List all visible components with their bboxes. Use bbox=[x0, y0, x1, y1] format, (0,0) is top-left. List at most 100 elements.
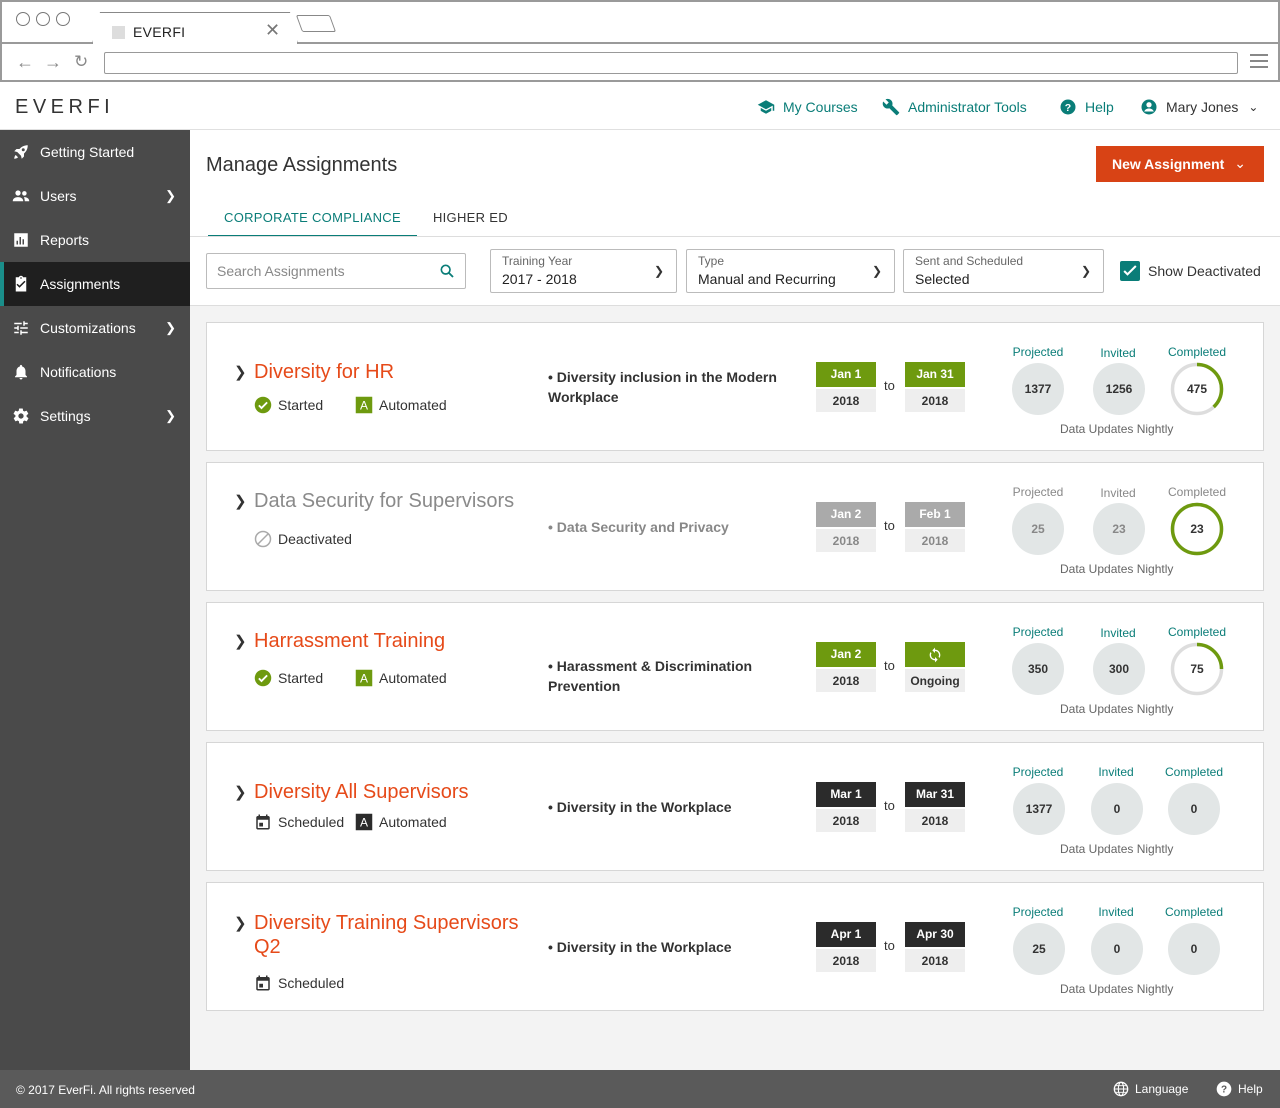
my-courses-label: My Courses bbox=[783, 99, 858, 115]
reload-icon[interactable]: ↻ bbox=[74, 52, 88, 72]
user-menu[interactable]: Mary Jones ⌄ bbox=[1140, 98, 1258, 116]
end-date-year: 2018 bbox=[905, 527, 965, 552]
start-date-day: Apr 1 bbox=[816, 922, 876, 947]
main-content: Manage Assignments New Assignment ⌄ CORP… bbox=[190, 130, 1280, 1070]
show-deactivated-checkbox[interactable] bbox=[1120, 261, 1140, 281]
sidebar-item-label: Getting Started bbox=[40, 144, 135, 160]
maximize-window-button[interactable] bbox=[56, 12, 70, 26]
sidebar-item-label: Assignments bbox=[40, 276, 121, 292]
calendar-icon bbox=[256, 814, 270, 830]
back-icon[interactable]: ← bbox=[16, 52, 34, 73]
sidebar-item-label: Notifications bbox=[40, 364, 117, 380]
mode-automated: A Automated bbox=[355, 813, 447, 831]
status-started: Started bbox=[254, 669, 323, 687]
window-controls[interactable] bbox=[16, 12, 70, 26]
start-date: Jan 1 2018 bbox=[816, 362, 876, 414]
sent-scheduled-value: Selected bbox=[915, 271, 970, 287]
chevron-down-icon: ❯ bbox=[1080, 264, 1091, 278]
sliders-icon bbox=[14, 321, 28, 335]
chevron-right-icon: ❯ bbox=[165, 320, 176, 335]
assignment-title[interactable]: Diversity for HR bbox=[254, 360, 534, 384]
browser-menu-icon[interactable] bbox=[1250, 54, 1268, 72]
search-icon[interactable] bbox=[439, 263, 455, 279]
tab-higher-ed[interactable]: HIGHER ED bbox=[417, 210, 524, 237]
close-window-button[interactable] bbox=[16, 12, 30, 26]
footer-help-label: Help bbox=[1238, 1082, 1263, 1096]
assignment-title[interactable]: Diversity Training Supervisors Q2 bbox=[254, 911, 534, 959]
chevron-down-icon: ⌄ bbox=[1234, 155, 1246, 171]
new-tab-button[interactable] bbox=[295, 15, 337, 32]
admin-tools-label: Administrator Tools bbox=[908, 99, 1027, 115]
user-name: Mary Jones bbox=[1166, 99, 1239, 115]
invited-label: Invited bbox=[1100, 486, 1136, 500]
sidebar-item-settings[interactable]: Settings ❯ bbox=[0, 394, 190, 438]
expand-chevron-icon[interactable]: ❯ bbox=[234, 783, 247, 801]
copyright: © 2017 EverFi. All rights reserved bbox=[16, 1083, 195, 1097]
expand-chevron-icon[interactable]: ❯ bbox=[234, 363, 247, 381]
recurring-icon bbox=[929, 647, 941, 663]
sidebar-item-users[interactable]: Users ❯ bbox=[0, 174, 190, 218]
everfi-logo: EVERFI bbox=[15, 96, 115, 118]
data-updates-note: Data Updates Nightly bbox=[1060, 562, 1174, 576]
invited-label: Invited bbox=[1100, 346, 1136, 360]
status-label: Started bbox=[278, 670, 324, 686]
completed-count: 0 bbox=[1168, 923, 1220, 975]
assignment-title[interactable]: Diversity All Supervisors bbox=[254, 780, 534, 804]
projected-label: Projected bbox=[1012, 765, 1064, 779]
expand-chevron-icon[interactable]: ❯ bbox=[234, 914, 247, 932]
admin-tools-link[interactable]: Administrator Tools bbox=[882, 98, 1027, 116]
my-courses-link[interactable]: My Courses bbox=[757, 98, 858, 116]
end-date: Ongoing bbox=[905, 642, 965, 694]
address-bar[interactable] bbox=[104, 52, 1238, 74]
sidebar-item-customizations[interactable]: Customizations ❯ bbox=[0, 306, 190, 350]
end-date-day: Mar 31 bbox=[905, 782, 965, 807]
data-updates-note: Data Updates Nightly bbox=[1060, 702, 1174, 716]
expand-chevron-icon[interactable]: ❯ bbox=[234, 492, 247, 510]
help-link[interactable]: ? Help bbox=[1059, 98, 1114, 116]
type-select[interactable]: Type Manual and Recurring ❯ bbox=[686, 249, 895, 293]
close-tab-icon[interactable]: ✕ bbox=[265, 20, 280, 41]
sent-scheduled-label: Sent and Scheduled bbox=[915, 254, 1024, 268]
sent-scheduled-select[interactable]: Sent and Scheduled Selected ❯ bbox=[903, 249, 1104, 293]
end-date: Apr 30 2018 bbox=[905, 922, 965, 974]
tab-divider bbox=[190, 236, 1280, 237]
course-name: • Diversity inclusion in the Modern Work… bbox=[548, 369, 777, 405]
course-name: • Diversity in the Workplace bbox=[548, 799, 732, 815]
minimize-window-button[interactable] bbox=[36, 12, 50, 26]
toolbar-area: Manage Assignments New Assignment ⌄ CORP… bbox=[190, 130, 1280, 306]
start-date-day: Mar 1 bbox=[816, 782, 876, 807]
language-link[interactable]: Language bbox=[1113, 1081, 1188, 1097]
forward-icon[interactable]: → bbox=[44, 52, 62, 73]
assignment-title[interactable]: Harrassment Training bbox=[254, 629, 534, 653]
end-date: Mar 31 2018 bbox=[905, 782, 965, 834]
sidebar-item-label: Users bbox=[40, 188, 77, 204]
sidebar-item-notifications[interactable]: Notifications bbox=[0, 350, 190, 394]
help-circle-icon: ? bbox=[1060, 99, 1076, 115]
assignment-card: ❯ Harrassment Training Started A Automat… bbox=[206, 602, 1264, 731]
end-date-ongoing: Ongoing bbox=[905, 667, 965, 692]
new-assignment-label: New Assignment bbox=[1112, 156, 1225, 172]
sidebar-item-assignments[interactable]: Assignments bbox=[0, 262, 190, 306]
training-year-select[interactable]: Training Year 2017 - 2018 ❯ bbox=[490, 249, 677, 293]
new-assignment-button[interactable]: New Assignment ⌄ bbox=[1096, 146, 1264, 182]
invited-count: 23 bbox=[1093, 503, 1145, 555]
data-updates-note: Data Updates Nightly bbox=[1060, 842, 1174, 856]
end-date-year: 2018 bbox=[905, 387, 965, 412]
sidebar-item-getting-started[interactable]: Getting Started bbox=[0, 130, 190, 174]
assignment-title[interactable]: Data Security for Supervisors bbox=[254, 489, 534, 513]
assignment-card: ❯ Diversity for HR Started A Automated •… bbox=[206, 322, 1264, 451]
sidebar-item-reports[interactable]: Reports bbox=[0, 218, 190, 262]
data-updates-note: Data Updates Nightly bbox=[1060, 422, 1174, 436]
mode-label: Automated bbox=[379, 670, 447, 686]
chevron-down-icon: ⌄ bbox=[1248, 100, 1259, 114]
completed-label: Completed bbox=[1167, 485, 1227, 499]
browser-chrome: EVERFI ✕ ← → ↻ bbox=[0, 0, 1280, 82]
search-input[interactable] bbox=[206, 253, 466, 289]
tab-corporate-compliance[interactable]: CORPORATE COMPLIANCE bbox=[208, 210, 417, 237]
invited-count: 300 bbox=[1093, 643, 1145, 695]
footer-help-link[interactable]: ? Help bbox=[1216, 1081, 1263, 1097]
projected-count: 1377 bbox=[1012, 363, 1064, 415]
expand-chevron-icon[interactable]: ❯ bbox=[234, 632, 247, 650]
category-tabs: CORPORATE COMPLIANCE HIGHER ED bbox=[208, 210, 524, 237]
chevron-down-icon: ❯ bbox=[653, 264, 664, 278]
